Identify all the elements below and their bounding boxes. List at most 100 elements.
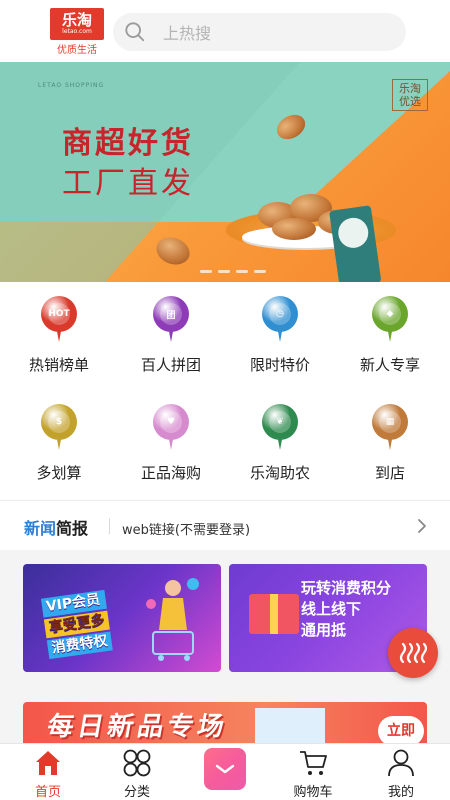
- logo-domain-text: letao.com: [62, 28, 92, 35]
- pin-ball: HOT: [41, 296, 77, 332]
- category-label: 百人拼团: [140, 356, 201, 374]
- logo-badge: 乐淘 letao.com: [50, 8, 104, 40]
- group-pin-icon: 团: [153, 296, 189, 342]
- cart-icon: [300, 751, 327, 775]
- search-bar[interactable]: 上热搜: [113, 13, 406, 51]
- category-label: 限时特价: [249, 356, 310, 374]
- news-title-part1: 新闻: [24, 519, 57, 538]
- points-line2: 线上线下: [301, 600, 362, 618]
- pin-glyph: $: [48, 411, 70, 433]
- bottom-tab-bar: 首页 分类 购物车 我的: [0, 743, 450, 800]
- logo-slogan: 优质生活: [57, 45, 97, 56]
- category-item[interactable]: ♥ 正品海购: [115, 390, 227, 490]
- tab-label: 首页: [34, 785, 61, 800]
- points-promo-text: 玩转消费积分 线上线下 通用抵: [301, 578, 391, 641]
- pin-ball: 团: [153, 296, 189, 332]
- home-icon: [36, 751, 60, 775]
- category-item[interactable]: ◆ 新人专享: [334, 282, 446, 382]
- vip-promo-card[interactable]: VIP会员 享受更多 消费特权: [23, 564, 221, 672]
- promo-banner-carousel[interactable]: LETAO SHOPPING 商超好货 工厂直发 乐淘 优选: [0, 62, 450, 282]
- gift-box-illustration: [249, 594, 299, 634]
- app-logo[interactable]: 乐淘 letao.com 优质生活: [50, 8, 104, 56]
- app-screen: 乐淘 letao.com 优质生活 上热搜 LETAO SHOPPING 商超好…: [0, 0, 450, 800]
- clock-pin-icon: ◷: [262, 296, 298, 342]
- tab-label: 购物车: [293, 785, 333, 800]
- pin-ball: ❦: [262, 404, 298, 440]
- pin-ball: ◆: [372, 296, 408, 332]
- waves-icon: [399, 642, 427, 664]
- news-title: 新闻简报: [24, 515, 88, 539]
- deal-pin-icon: $: [41, 404, 77, 450]
- category-item[interactable]: 团 百人拼团: [115, 282, 227, 382]
- vip-promo-text: VIP会员 享受更多 消费特权: [40, 589, 113, 661]
- category-icon: [123, 749, 151, 777]
- tab-home[interactable]: 首页: [3, 744, 93, 800]
- category-label: 到店: [374, 464, 405, 482]
- nut-image: [152, 232, 194, 270]
- category-item[interactable]: ◷ 限时特价: [224, 282, 336, 382]
- center-logo-icon: [215, 764, 235, 774]
- category-label: 乐淘助农: [249, 464, 310, 482]
- pin-ball: ♥: [153, 404, 189, 440]
- category-label: 热销榜单: [28, 356, 89, 374]
- category-item[interactable]: $ 多划算: [3, 390, 115, 490]
- news-ticker[interactable]: 新闻简报 web链接(不需要登录): [0, 500, 450, 550]
- pin-ball: $: [41, 404, 77, 440]
- pin-glyph: ◷: [269, 303, 291, 325]
- user-icon: [388, 749, 414, 777]
- category-item[interactable]: ▦ 到店: [334, 390, 446, 490]
- pin-ball: ◷: [262, 296, 298, 332]
- daily-go-button[interactable]: 立即: [378, 716, 424, 743]
- product-box-image: [255, 708, 325, 743]
- category-item[interactable]: HOT 热销榜单: [3, 282, 115, 382]
- points-line3: 通用抵: [301, 621, 347, 639]
- pin-glyph: ▦: [379, 411, 401, 433]
- pin-glyph: ♥: [160, 411, 182, 433]
- pin-glyph: HOT: [48, 303, 70, 325]
- snack-bag-label: [336, 215, 371, 250]
- banner-badge-line1: 乐淘: [399, 82, 421, 95]
- category-label: 多划算: [36, 464, 82, 482]
- store-pin-icon: ▦: [372, 404, 408, 450]
- pin-glyph: 团: [160, 303, 182, 325]
- category-grid: HOT 热销榜单 团 百人拼团 ◷ 限时特价 ◆ 新人专享 $ 多划算 ♥ 正品…: [0, 282, 450, 500]
- daily-title: 每日新品专场: [44, 712, 231, 742]
- floating-action-button[interactable]: [388, 628, 438, 678]
- top-header: 乐淘 letao.com 优质生活 上热搜: [0, 0, 450, 62]
- banner-title-line2: 工厂直发: [62, 166, 194, 201]
- logo-main-text: 乐淘: [61, 11, 92, 29]
- chevron-right-icon[interactable]: [413, 517, 431, 535]
- category-label: 新人专享: [359, 356, 420, 374]
- search-icon: [125, 22, 145, 42]
- banner-brand-text: LETAO SHOPPING: [38, 82, 105, 89]
- farm-pin-icon: ❦: [262, 404, 298, 450]
- tab-label: 我的: [387, 785, 414, 800]
- tab-cart[interactable]: 购物车: [268, 744, 358, 800]
- newuser-pin-icon: ◆: [372, 296, 408, 342]
- carousel-dot[interactable]: [236, 270, 248, 273]
- category-item[interactable]: ❦ 乐淘助农: [224, 390, 336, 490]
- search-placeholder: 上热搜: [163, 24, 212, 43]
- daily-new-products-banner[interactable]: 每日新品专场 立即: [23, 702, 427, 743]
- pin-glyph: ◆: [379, 303, 401, 325]
- news-headline[interactable]: web链接(不需要登录): [122, 519, 250, 538]
- carousel-dot[interactable]: [254, 270, 266, 273]
- points-line1: 玩转消费积分: [301, 579, 392, 597]
- tab-mine[interactable]: 我的: [356, 744, 446, 800]
- tab-category[interactable]: 分类: [92, 744, 182, 800]
- pin-glyph: ❦: [269, 411, 291, 433]
- news-divider: [109, 518, 110, 534]
- global-pin-icon: ♥: [153, 404, 189, 450]
- carousel-dot[interactable]: [200, 270, 212, 273]
- news-title-part2: 简报: [56, 519, 89, 538]
- nut-image: [272, 218, 316, 240]
- category-label: 正品海购: [140, 464, 201, 482]
- banner-title-line1: 商超好货: [62, 126, 194, 161]
- banner-badge-line2: 优选: [399, 95, 421, 108]
- shopper-illustration: [146, 578, 199, 661]
- carousel-dot[interactable]: [218, 270, 230, 273]
- hot-pin-icon: HOT: [41, 296, 77, 342]
- center-logo-button[interactable]: [204, 748, 246, 790]
- carousel-indicator: [200, 270, 266, 273]
- banner-badge: 乐淘 优选: [392, 79, 428, 111]
